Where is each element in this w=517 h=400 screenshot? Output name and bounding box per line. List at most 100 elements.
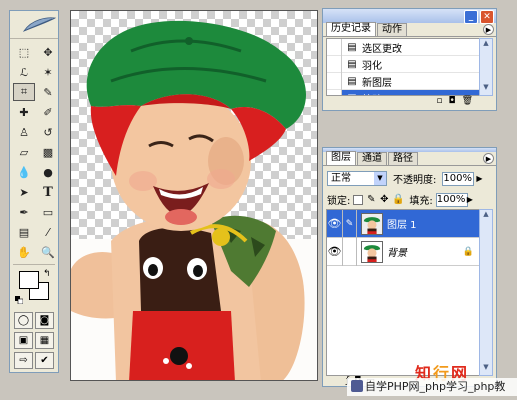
path-selection-icon[interactable]: ➤ [13,183,35,201]
swap-colors-icon[interactable]: ↰ [43,269,51,279]
history-list: ▤ 选区更改 ▤ 羽化 ▤ 新图层 ▤ 粘贴 [326,38,480,96]
layer-row-1[interactable]: 👁 ✎ 图层 1 [327,209,479,238]
lasso-icon[interactable]: ℒ [13,63,35,81]
eye-icon[interactable]: 👁 [327,209,343,238]
move-icon[interactable]: ✥ [37,43,59,61]
layer-name: 背景 [387,248,407,259]
list-item[interactable]: ▤ 选区更改 [327,39,479,56]
eyedropper-icon[interactable]: ⁄ [37,223,59,241]
snapshot-checkbox[interactable] [327,55,342,73]
tab-paths[interactable]: 路径 [388,152,418,165]
hand-icon[interactable]: ✋ [13,243,35,261]
tab-layers[interactable]: 图层 [326,151,356,165]
history-state-icon: ▤ [347,75,357,87]
history-item-label: 选区更改 [362,43,402,55]
list-item[interactable]: ▤ 新图层 [327,72,479,90]
brush-slot[interactable] [343,237,357,266]
eye-icon[interactable]: 👁 [327,237,343,266]
jump-to-imageready-button[interactable]: ⇨ [14,352,33,369]
history-brush-icon[interactable]: ↺ [37,123,59,141]
new-snapshot-icon[interactable]: ◘ [448,96,455,108]
fill-input[interactable]: 100% [435,192,468,207]
layers-scrollbar[interactable]: ▲ ▼ [479,209,493,376]
trash-icon[interactable]: 🗑 [462,96,473,108]
zoom-icon[interactable]: 🔍 [37,243,59,261]
scroll-down-icon[interactable]: ▼ [480,363,492,375]
history-state-icon: ▤ [347,41,357,53]
history-panel-titlebar[interactable]: _ ✕ [323,9,496,24]
magic-wand-icon[interactable]: ✶ [37,63,59,81]
color-swatches: ↰ [10,269,58,309]
tab-history[interactable]: 历史记录 [326,22,376,36]
history-tabs: 历史记录 动作 ▶ [323,22,496,37]
lock-position-icon[interactable]: ✥ [379,194,389,205]
eraser-icon[interactable]: ▱ [13,143,35,161]
scroll-up-icon[interactable]: ▲ [480,39,492,51]
brush-icon[interactable]: ✐ [37,103,59,121]
dodge-icon[interactable]: ● [37,163,59,181]
slice-icon[interactable]: ✎ [37,83,59,101]
watermark-text: 自学PHP网_php学习_php教 [365,380,506,393]
blend-row: 正常 ▼ 不透明度: 100% ▶ [327,171,483,186]
opacity-input[interactable]: 100% [442,171,475,186]
panel-menu-icon[interactable]: ▶ [483,153,494,164]
layer-name: 图层 1 [387,220,417,231]
padlock-icon: 🔒 [462,246,474,257]
gradient-icon[interactable]: ▩ [37,143,59,161]
close-icon[interactable]: ✕ [480,10,494,24]
lock-label: 锁定: [327,196,351,207]
tab-channels[interactable]: 通道 [357,152,387,165]
crop-icon[interactable]: ⌗ [13,83,35,101]
fullscreen-mode-button[interactable]: ▦ [35,332,54,349]
feather-logo-icon [22,17,56,32]
panel-menu-icon[interactable]: ▶ [483,24,494,35]
brush-icon[interactable]: ✎ [343,209,357,238]
layers-panel: 图层 通道 路径 ▶ 正常 ▼ 不透明度: 100% ▶ 锁定: ✎ ✥ 🔒 填… [322,147,497,387]
fill-arrow-icon[interactable]: ▶ [467,195,473,204]
history-state-icon: ▤ [347,58,357,70]
default-colors-icon[interactable] [15,296,23,304]
layers-tabs: 图层 通道 路径 ▶ [323,151,496,166]
history-item-label: 新图层 [362,77,392,89]
lock-pixels-icon[interactable]: ✎ [366,194,376,205]
tab-actions[interactable]: 动作 [377,23,407,36]
blur-icon[interactable]: 💧 [13,163,35,181]
lock-transparency-checkbox[interactable] [353,194,364,205]
layer-row-background[interactable]: 👁 背景 🔒 [327,237,479,266]
history-scrollbar[interactable]: ▲ ▼ [479,38,493,96]
php-logo-icon [351,380,363,392]
pen-icon[interactable]: ✒ [13,203,35,221]
standard-mode-button[interactable]: ◯ [14,312,33,329]
opacity-label: 不透明度: [393,175,437,186]
lock-all-icon[interactable]: 🔒 [392,194,404,205]
type-icon[interactable]: T [37,183,59,201]
history-footer: ▫ ◘ 🗑 [326,96,493,108]
chevron-down-icon[interactable]: ▼ [374,172,386,185]
toolbox-header [10,11,58,39]
scroll-down-icon[interactable]: ▼ [480,83,492,95]
document-canvas[interactable] [70,10,318,381]
foreground-color-swatch[interactable] [19,271,39,289]
shape-icon[interactable]: ▭ [37,203,59,221]
clone-stamp-icon[interactable]: ♙ [13,123,35,141]
scroll-up-icon[interactable]: ▲ [480,210,492,222]
screen-mode-button[interactable]: ▣ [14,332,33,349]
history-item-label: 羽化 [362,60,382,72]
marquee-icon[interactable]: ⬚ [13,43,35,61]
toolbox: ⬚ ✥ ℒ ✶ ⌗ ✎ ✚ ✐ ♙ ↺ ▱ ▩ 💧 ● ➤ T ✒ ▭ ▤ ⁄ … [9,10,59,373]
minimize-icon[interactable]: _ [464,10,478,24]
history-panel: _ ✕ 历史记录 动作 ▶ ▤ 选区更改 ▤ 羽化 ▤ 新图层 ▤ 粘贴 ▲ [322,8,497,111]
notes-icon[interactable]: ▤ [13,223,35,241]
blend-mode-select[interactable]: 正常 ▼ [327,171,387,186]
blend-mode-value: 正常 [331,173,351,184]
healing-brush-icon[interactable]: ✚ [13,103,35,121]
quick-mask-mode-button[interactable]: ◙ [35,312,54,329]
snapshot-checkbox[interactable] [327,72,342,90]
opacity-arrow-icon[interactable]: ▶ [476,174,482,183]
edit-in-imageready-icon[interactable]: ✔ [35,352,54,369]
new-document-icon[interactable]: ▫ [436,96,442,108]
baby-photo [71,20,317,380]
watermark-bar: 自学PHP网_php学习_php教 [347,378,517,396]
snapshot-checkbox[interactable] [327,39,342,56]
list-item[interactable]: ▤ 羽化 [327,55,479,73]
